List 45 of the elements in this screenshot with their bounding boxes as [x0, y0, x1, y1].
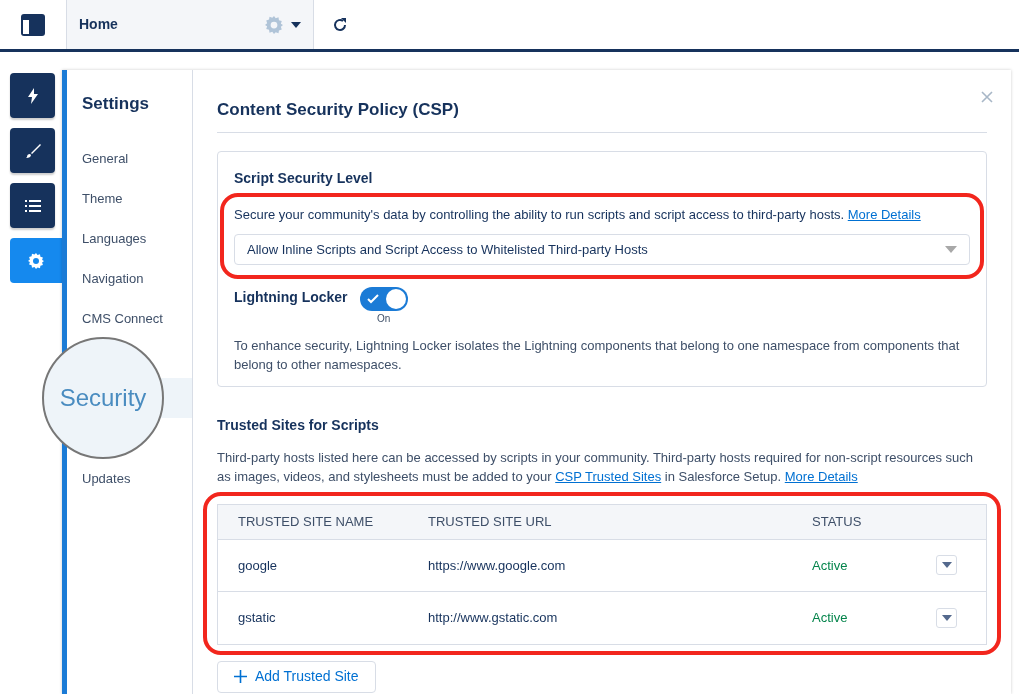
nav-item[interactable]: CMS Connect [67, 298, 192, 339]
description: Third-party hosts listed here can be accessed by scripts in your community. Third-party hosts required for non-script resources such as images, videos, and stylesheets must be added to your CSP Trusted Sites in Salesforce Setup. More Details [217, 448, 974, 486]
lightning-bolt-icon [26, 87, 39, 104]
nav-item[interactable]: Theme [67, 178, 192, 219]
nav-item[interactable]: General [67, 138, 192, 179]
status-text: Active [812, 609, 849, 628]
brush-icon [24, 142, 41, 159]
column-header: TRUSTED SITE URL [428, 513, 553, 532]
caret-icon [941, 562, 952, 569]
more-details-link[interactable]: More Details [847, 207, 921, 223]
table-cell-text: https://www.google.com [428, 556, 567, 575]
description: Secure your community's data by controlling the ability to run scripts and script access to third-party hosts. More Details [234, 206, 922, 225]
page-name: Home [79, 15, 119, 34]
plus-icon [234, 670, 247, 684]
list-icon [24, 198, 41, 213]
add-trusted-site-button[interactable]: Add Trusted Site [217, 660, 376, 693]
locker-description: To enhance security, Lightning Locker isolates the Lightning components that belong to one namespace from components that belong to other namespaces. [234, 336, 961, 374]
section-heading: Script Security Level [234, 169, 374, 189]
column-header: TRUSTED SITE NAME [238, 513, 375, 532]
link[interactable]: CSP Trusted Sites [555, 468, 662, 484]
nav-item[interactable]: Updates [67, 458, 192, 499]
row-menu-button[interactable] [936, 607, 957, 628]
check-icon [366, 293, 379, 304]
caret-icon [941, 614, 952, 621]
settings-title: Settings [82, 94, 151, 115]
table-cell-text: gstatic [238, 609, 277, 628]
status-text: Active [812, 556, 849, 575]
nav-item[interactable]: Languages [67, 218, 192, 259]
rail-tab[interactable] [10, 73, 55, 118]
rail-tab[interactable] [10, 183, 55, 228]
security-level-select[interactable]: Allow Inline Scripts and Script Access to Whitelisted Third-party Hosts [234, 233, 970, 265]
caret-icon[interactable] [291, 21, 301, 28]
layout-icon[interactable] [21, 13, 45, 36]
nav-item[interactable]: Navigation [67, 258, 192, 299]
caret-icon [945, 245, 957, 253]
column-header: STATUS [812, 513, 863, 532]
panel-title: Content Security Policy (CSP) [217, 100, 987, 134]
link[interactable]: More Details [784, 468, 858, 484]
section-heading: Trusted Sites for Scripts [217, 415, 380, 435]
row-menu-button[interactable] [936, 555, 957, 576]
refresh-icon[interactable] [332, 16, 348, 33]
settings-icon [28, 252, 44, 269]
table-cell-text: http://www.gstatic.com [428, 609, 559, 628]
locker-label: Lightning Locker [234, 287, 348, 307]
table-cell-text: google [238, 556, 279, 575]
